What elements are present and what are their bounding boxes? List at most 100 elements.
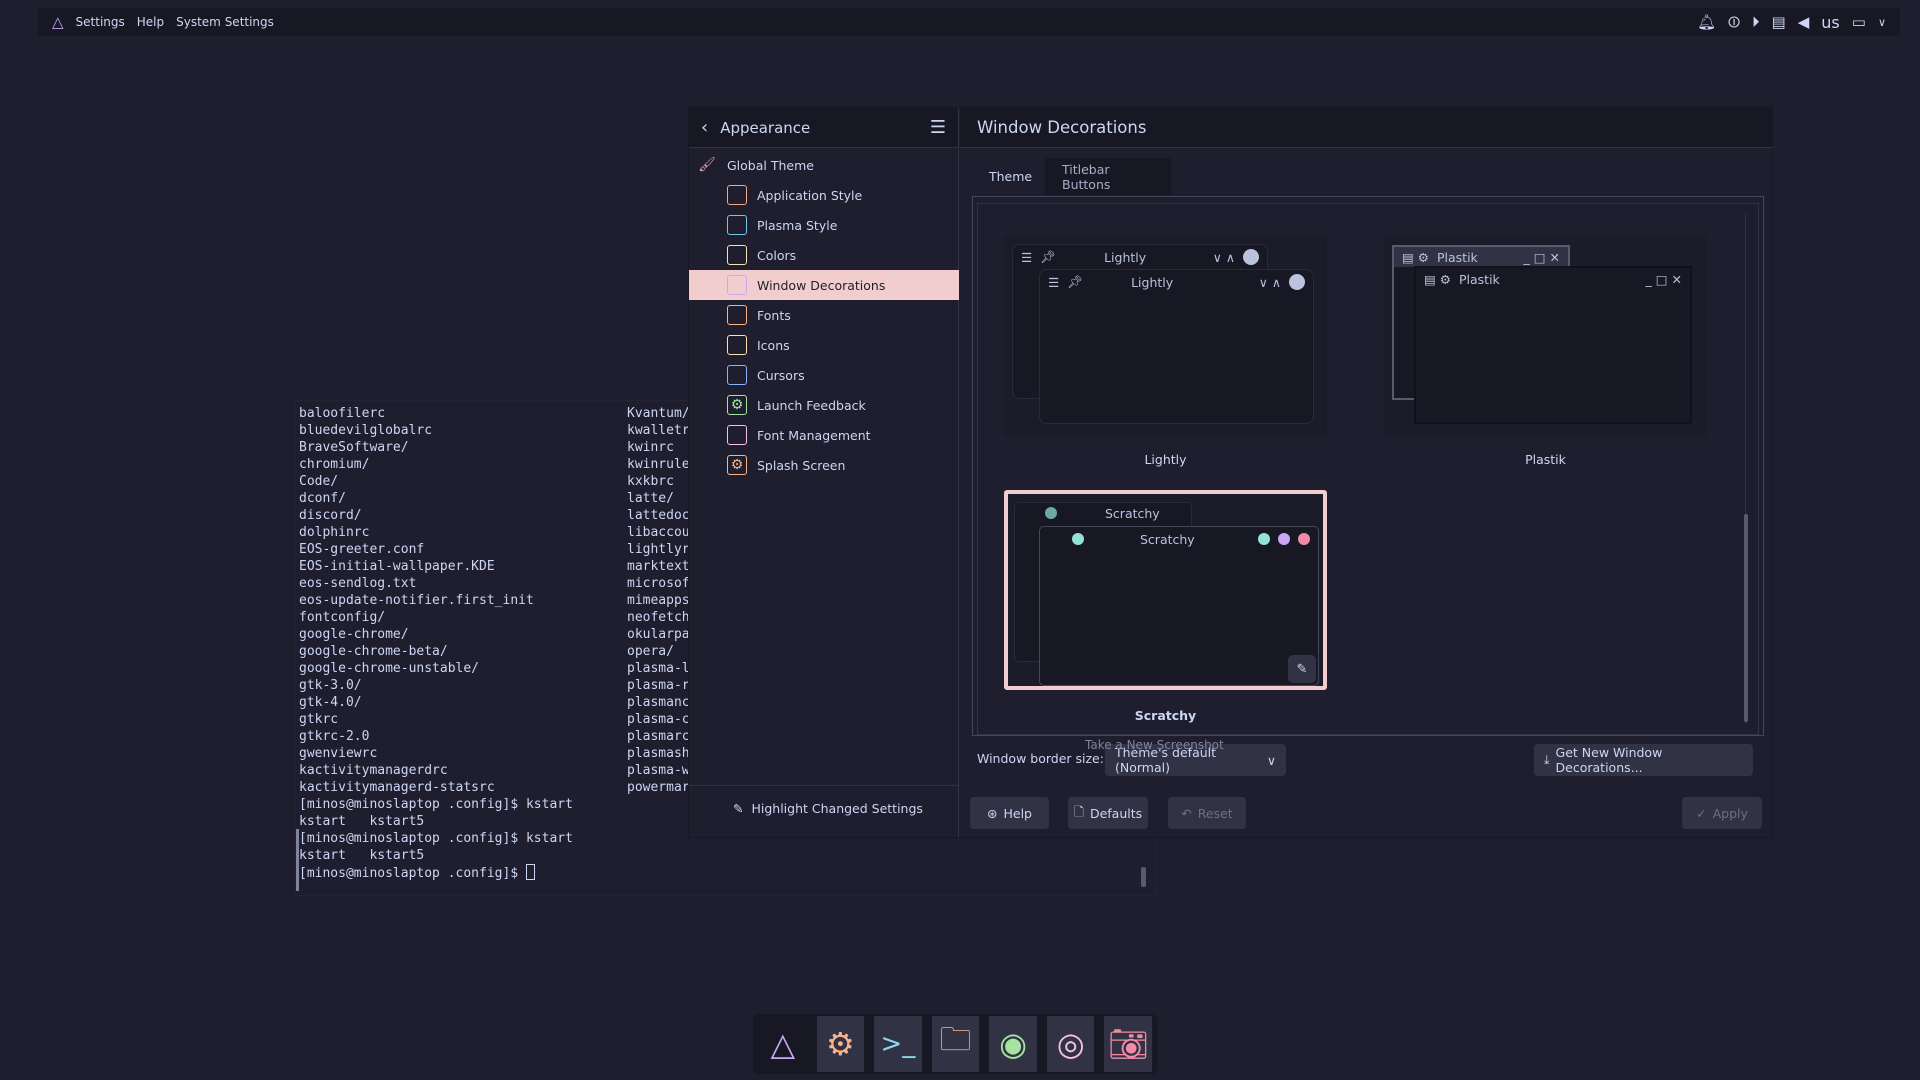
- preview-title: Lightly: [1104, 249, 1147, 265]
- defaults-label: Defaults: [1089, 805, 1143, 821]
- menu-icon: ☰: [1048, 274, 1060, 290]
- sidebar-item-application-style[interactable]: Application Style: [689, 180, 959, 210]
- terminal-line: google-chrome-unstable/: [299, 661, 480, 676]
- terminal-line: gtkrc-2.0: [299, 729, 370, 744]
- sidebar-item-label: Launch Feedback: [757, 397, 866, 413]
- screenshot-icon[interactable]: 📷︎: [1104, 1016, 1153, 1072]
- tab-theme[interactable]: Theme: [972, 158, 1050, 195]
- fonts-icon: [727, 305, 747, 325]
- get-new-decorations-button[interactable]: ⤓ Get New Window Decorations...: [1534, 744, 1753, 776]
- sidebar-item-label: Cursors: [757, 367, 805, 383]
- sidebar-item-label: Icons: [757, 337, 790, 353]
- top-panel: △ Settings Help System Settings 🔔︎ ⏼ ⏵ ▤…: [38, 8, 1900, 36]
- app-launcher-icon[interactable]: △: [759, 1016, 807, 1072]
- sidebar: ‹ Appearance ☰ 🖌︎ Global Theme Applicati…: [689, 108, 959, 837]
- scrollbar[interactable]: [1744, 514, 1748, 722]
- notifications-icon[interactable]: 🔔︎: [1697, 13, 1716, 31]
- terminal-line: kstart kstart5: [299, 848, 425, 863]
- media-play-icon[interactable]: ⏵: [1752, 13, 1760, 31]
- theme-card-plastik[interactable]: ▤ ⚙ Plastik _ □ ✕ ▤ ⚙ Plastik _ □ ✕: [1384, 236, 1707, 436]
- theme-card-lightly[interactable]: ☰ 📌︎ Lightly ∨ ∧ ☰ 📌︎ Lightly ∨ ∧: [1004, 236, 1327, 436]
- terminal-output: baloofilerc bluedevilglobalrc BraveSoftwar…: [299, 405, 573, 882]
- sidebar-item-label: Application Style: [757, 187, 863, 203]
- close-icon: [1289, 274, 1305, 290]
- terminal-line: discord/: [299, 508, 362, 523]
- theme-card-scratchy[interactable]: Scratchy Scratchy ✎: [1004, 490, 1327, 690]
- gear-icon: ⚙: [727, 395, 747, 415]
- system-settings-window: ‹ Appearance ☰ 🖌︎ Global Theme Applicati…: [688, 107, 1773, 838]
- menu-settings[interactable]: Settings: [76, 15, 125, 29]
- keyboard-layout[interactable]: us: [1821, 13, 1839, 32]
- terminal-line: gtkrc: [299, 712, 339, 727]
- power-icon[interactable]: ⏼: [1728, 13, 1740, 31]
- sidebar-item-window-decorations[interactable]: Window Decorations: [689, 270, 959, 300]
- volume-icon[interactable]: ◀: [1798, 13, 1810, 31]
- preview-title: Scratchy: [1105, 505, 1160, 521]
- highlight-changed-label: Highlight Changed Settings: [751, 801, 923, 816]
- terminal-line: google-chrome/: [299, 627, 409, 642]
- terminal-icon[interactable]: >_: [874, 1016, 922, 1072]
- sidebar-item-cursors[interactable]: Cursors: [689, 360, 959, 390]
- sidebar-item-launch-feedback[interactable]: ⚙ Launch Feedback: [689, 390, 959, 420]
- help-icon: ⊛: [987, 805, 998, 821]
- menu-system-settings[interactable]: System Settings: [176, 15, 274, 29]
- edit-theme-button[interactable]: ✎: [1288, 655, 1316, 683]
- terminal-line: bluedevilglobalrc: [299, 423, 433, 438]
- theme-label-scratchy: Scratchy: [1134, 708, 1197, 723]
- get-new-label: Get New Window Decorations...: [1555, 745, 1663, 775]
- back-icon[interactable]: ‹: [701, 117, 708, 138]
- file-manager-icon[interactable]: 🗀︎: [931, 1016, 980, 1072]
- pencil-icon: ✎: [733, 801, 744, 816]
- terminal-cursor: [525, 864, 535, 880]
- terminal-line: [minos@minoslaptop .config]$: [299, 864, 573, 882]
- tab-titlebar-buttons[interactable]: Titlebar Buttons: [1045, 158, 1171, 195]
- apply-button[interactable]: ✓ Apply: [1682, 797, 1762, 829]
- apply-label: Apply: [1712, 805, 1748, 821]
- application-style-icon: [727, 185, 747, 205]
- highlight-changed-settings-button[interactable]: ✎ Highlight Changed Settings: [733, 801, 923, 816]
- chevron-down-icon[interactable]: ∨: [1878, 16, 1886, 29]
- terminal-line: [minos@minoslaptop .config]$ kstart: [299, 831, 573, 846]
- browser-icon[interactable]: ◎: [1046, 1016, 1095, 1072]
- clipboard-icon[interactable]: ▤: [1772, 13, 1786, 31]
- terminal-scrollbar[interactable]: [1141, 867, 1146, 887]
- hamburger-menu-icon[interactable]: ☰: [930, 117, 946, 138]
- close-icon: [1243, 249, 1259, 265]
- colors-icon: [727, 245, 747, 265]
- theme-label-lightly: Lightly: [1144, 452, 1187, 467]
- theme-frame: ☰ 📌︎ Lightly ∨ ∧ ☰ 📌︎ Lightly ∨ ∧ Lightly ▤ ⚙ P…: [972, 196, 1764, 736]
- sidebar-item-splash-screen[interactable]: ⚙ Splash Screen: [689, 450, 959, 480]
- sidebar-item-icons[interactable]: Icons: [689, 330, 959, 360]
- terminal-line: kactivitymanagerd-statsrc: [299, 780, 495, 795]
- window-decorations-icon: [727, 275, 747, 295]
- terminal-line: eos-sendlog.txt: [299, 576, 417, 591]
- terminal-line: dconf/: [299, 491, 346, 506]
- spotify-icon[interactable]: ◉: [989, 1016, 1037, 1072]
- main-content: Window Decorations Theme Titlebar Button…: [960, 108, 1773, 837]
- app-launcher-icon[interactable]: △: [52, 13, 64, 31]
- sidebar-title: Appearance: [720, 118, 811, 137]
- theme-grid: ☰ 📌︎ Lightly ∨ ∧ ☰ 📌︎ Lightly ∨ ∧ Lightly ▤ ⚙ P…: [977, 203, 1759, 735]
- sidebar-item-global-theme[interactable]: 🖌︎ Global Theme: [689, 150, 959, 180]
- pin-icon: 📌︎: [1067, 274, 1084, 289]
- sidebar-item-label: Fonts: [757, 307, 791, 323]
- sidebar-item-label: Font Management: [757, 427, 871, 443]
- pencil-icon: ✎: [1296, 661, 1308, 677]
- sidebar-item-fonts[interactable]: Fonts: [689, 300, 959, 330]
- sidebar-item-font-management[interactable]: Font Management: [689, 420, 959, 450]
- terminal-line: google-chrome-beta/: [299, 644, 448, 659]
- preview-title: Lightly: [1131, 274, 1174, 290]
- sidebar-item-label: Plasma Style: [757, 217, 838, 233]
- defaults-button[interactable]: 🗋︎ Defaults: [1068, 797, 1148, 829]
- help-button[interactable]: ⊛ Help: [970, 797, 1049, 829]
- theme-label-plastik: Plastik: [1525, 452, 1566, 467]
- system-settings-icon[interactable]: ⚙: [816, 1016, 865, 1072]
- gear-icon: ⚙: [727, 455, 747, 475]
- cursors-icon: [727, 365, 747, 385]
- sidebar-item-plasma-style[interactable]: Plasma Style: [689, 210, 959, 240]
- display-icon[interactable]: ▭: [1852, 13, 1866, 31]
- terminal-line: fontconfig/: [299, 610, 386, 625]
- sidebar-item-colors[interactable]: Colors: [689, 240, 959, 270]
- menu-help[interactable]: Help: [137, 15, 164, 29]
- reset-button[interactable]: ↶ Reset: [1168, 797, 1246, 829]
